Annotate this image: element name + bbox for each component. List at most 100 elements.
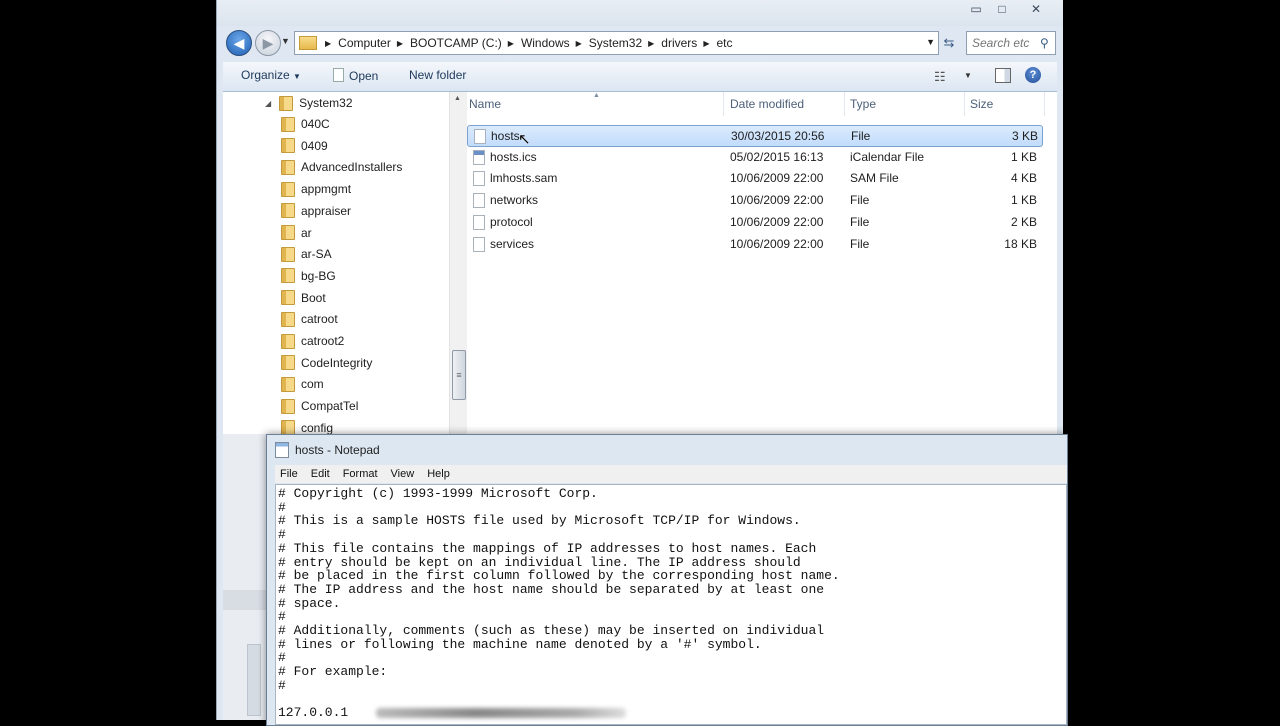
breadcrumb-item[interactable]: BOOTCAMP (C:) [410,36,502,50]
tree-item[interactable]: Boot [281,288,326,308]
search-icon[interactable]: ⚲ [1040,36,1049,50]
tree-item-label: CodeIntegrity [301,355,373,370]
file-icon [473,193,485,209]
notepad-title: hosts - Notepad [295,443,380,457]
folder-icon [281,420,295,434]
recent-pages-dropdown-icon[interactable]: ▼ [281,36,290,46]
tree-item[interactable]: bg-BG [281,266,336,286]
address-bar[interactable]: ▶ Computer ▶ BOOTCAMP (C:) ▶ Windows ▶ System3… [294,31,939,55]
file-row[interactable]: protocol 10/06/2009 22:00 File 2 KB [467,212,1041,232]
breadcrumb-item[interactable]: Computer [338,36,391,50]
column-divider[interactable] [1044,92,1045,116]
column-divider[interactable] [964,92,965,116]
scroll-up-arrow-icon[interactable]: ▲ [454,95,461,102]
tree-item[interactable]: CodeIntegrity [281,353,372,373]
file-type: File [850,214,870,229]
chevron-down-icon[interactable]: ▼ [964,71,972,80]
menu-help[interactable]: Help [427,468,450,480]
close-button[interactable]: ✕ [1015,0,1057,18]
search-box[interactable]: ⚲ [966,31,1056,55]
column-header-size[interactable]: Size [970,97,993,111]
tree-item[interactable]: AdvancedInstallers [281,157,402,177]
organize-button[interactable]: Organize ▼ [241,68,301,82]
text-line: # Copyright (c) 1993-1999 Microsoft Corp… [278,486,598,501]
tree-item[interactable]: com [281,374,324,394]
open-button[interactable]: Open [333,68,378,83]
menu-format[interactable]: Format [343,468,378,480]
tree-item[interactable]: catroot2 [281,331,344,351]
file-type: File [850,193,870,208]
search-input[interactable] [967,35,1040,51]
tree-item-label: CompatTel [301,399,359,414]
new-folder-button[interactable]: New folder [409,68,466,82]
chevron-right-icon[interactable]: ▶ [703,39,709,48]
tree-item-label: config [301,420,334,434]
file-row[interactable]: services 10/06/2009 22:00 File 18 KB [467,234,1041,254]
column-header-type[interactable]: Type [850,97,876,111]
chevron-right-icon[interactable]: ▶ [576,39,582,48]
chevron-right-icon[interactable]: ▶ [508,39,514,48]
file-date: 10/06/2009 22:00 [730,171,824,186]
refresh-icon[interactable]: ⇆ [937,31,961,55]
chevron-right-icon[interactable]: ▶ [325,39,331,48]
tree-item[interactable]: config [281,418,333,434]
file-name: hosts.ics [490,149,537,164]
tree-item[interactable]: appmgmt [281,179,351,199]
tree-item[interactable]: 040C [281,114,330,134]
text-line: 127.0.0.1 [278,705,349,721]
file-row[interactable]: hosts 30/03/2015 20:56 File 3 KB ↖ [467,125,1043,148]
folder-icon [281,203,295,219]
background-scrollbar [247,644,261,716]
folder-icon [281,181,295,197]
chevron-right-icon[interactable]: ▶ [648,39,654,48]
text-line: # [278,527,286,543]
minimize-button[interactable]: ▭ [963,0,989,18]
breadcrumb-item[interactable]: System32 [589,36,642,50]
tree-item[interactable]: catroot [281,309,338,329]
column-header-name[interactable]: Name [469,97,501,111]
view-options-icon[interactable]: ☷ [934,69,946,85]
address-dropdown-icon[interactable]: ▼ [926,37,935,47]
back-button[interactable]: ◀ [226,30,252,56]
file-date: 05/02/2015 16:13 [730,149,824,164]
tree-item[interactable]: ar [281,223,312,243]
text-line: # The IP address and the host name shoul… [278,581,825,597]
maximize-button[interactable]: □ [989,0,1015,18]
file-row[interactable]: networks 10/06/2009 22:00 File 1 KB [467,190,1041,210]
explorer-titlebar: ▭ □ ✕ [217,0,1063,26]
folder-icon [281,116,295,132]
tree-item[interactable]: CompatTel [281,396,358,416]
column-header-date[interactable]: Date modified [730,97,804,111]
help-icon[interactable]: ? [1025,67,1041,83]
tree-item-label: 040C [301,117,330,131]
menu-edit[interactable]: Edit [311,468,330,480]
preview-pane-icon[interactable] [995,68,1011,83]
forward-button[interactable]: ▶ [255,30,281,56]
tree-item[interactable]: ar-SA [281,244,332,264]
breadcrumb-item[interactable]: Windows [521,36,570,50]
column-divider[interactable] [723,92,724,116]
tree-item[interactable]: appraiser [281,201,351,221]
scrollbar-thumb[interactable]: ≡ [452,350,466,400]
file-name: protocol [490,214,533,229]
folder-icon [281,333,295,349]
tree-item-label: ar-SA [301,247,332,262]
notepad-text-area[interactable]: # Copyright (c) 1993-1999 Microsoft Corp… [275,484,1067,725]
tree-item-system32[interactable]: ◢ System32 [265,93,353,113]
notepad-window: hosts - Notepad File Edit Format View Help #… [266,434,1068,726]
breadcrumb-item[interactable]: etc [716,36,732,50]
column-divider[interactable] [844,92,845,116]
address-row: ◀ ▶ ▼ ▶ Computer ▶ BOOTCAMP (C:) ▶ Windows ▶ S… [217,28,1063,60]
file-row[interactable]: hosts.ics 05/02/2015 16:13 iCalendar File 1… [467,147,1041,167]
navigation-scrollbar[interactable]: ▲ ≡ [449,92,467,434]
menu-file[interactable]: File [280,468,298,480]
expand-arrow-icon[interactable]: ◢ [265,99,271,108]
chevron-right-icon[interactable]: ▶ [397,39,403,48]
breadcrumb-item[interactable]: drivers [661,36,697,50]
text-line: # space. [278,595,341,611]
file-row[interactable]: lmhosts.sam 10/06/2009 22:00 SAM File 4 KB [467,168,1041,188]
tree-item-label: com [301,377,324,392]
file-size: 1 KB [1010,193,1037,208]
tree-item[interactable]: 0409 [281,136,328,156]
menu-view[interactable]: View [391,468,415,480]
